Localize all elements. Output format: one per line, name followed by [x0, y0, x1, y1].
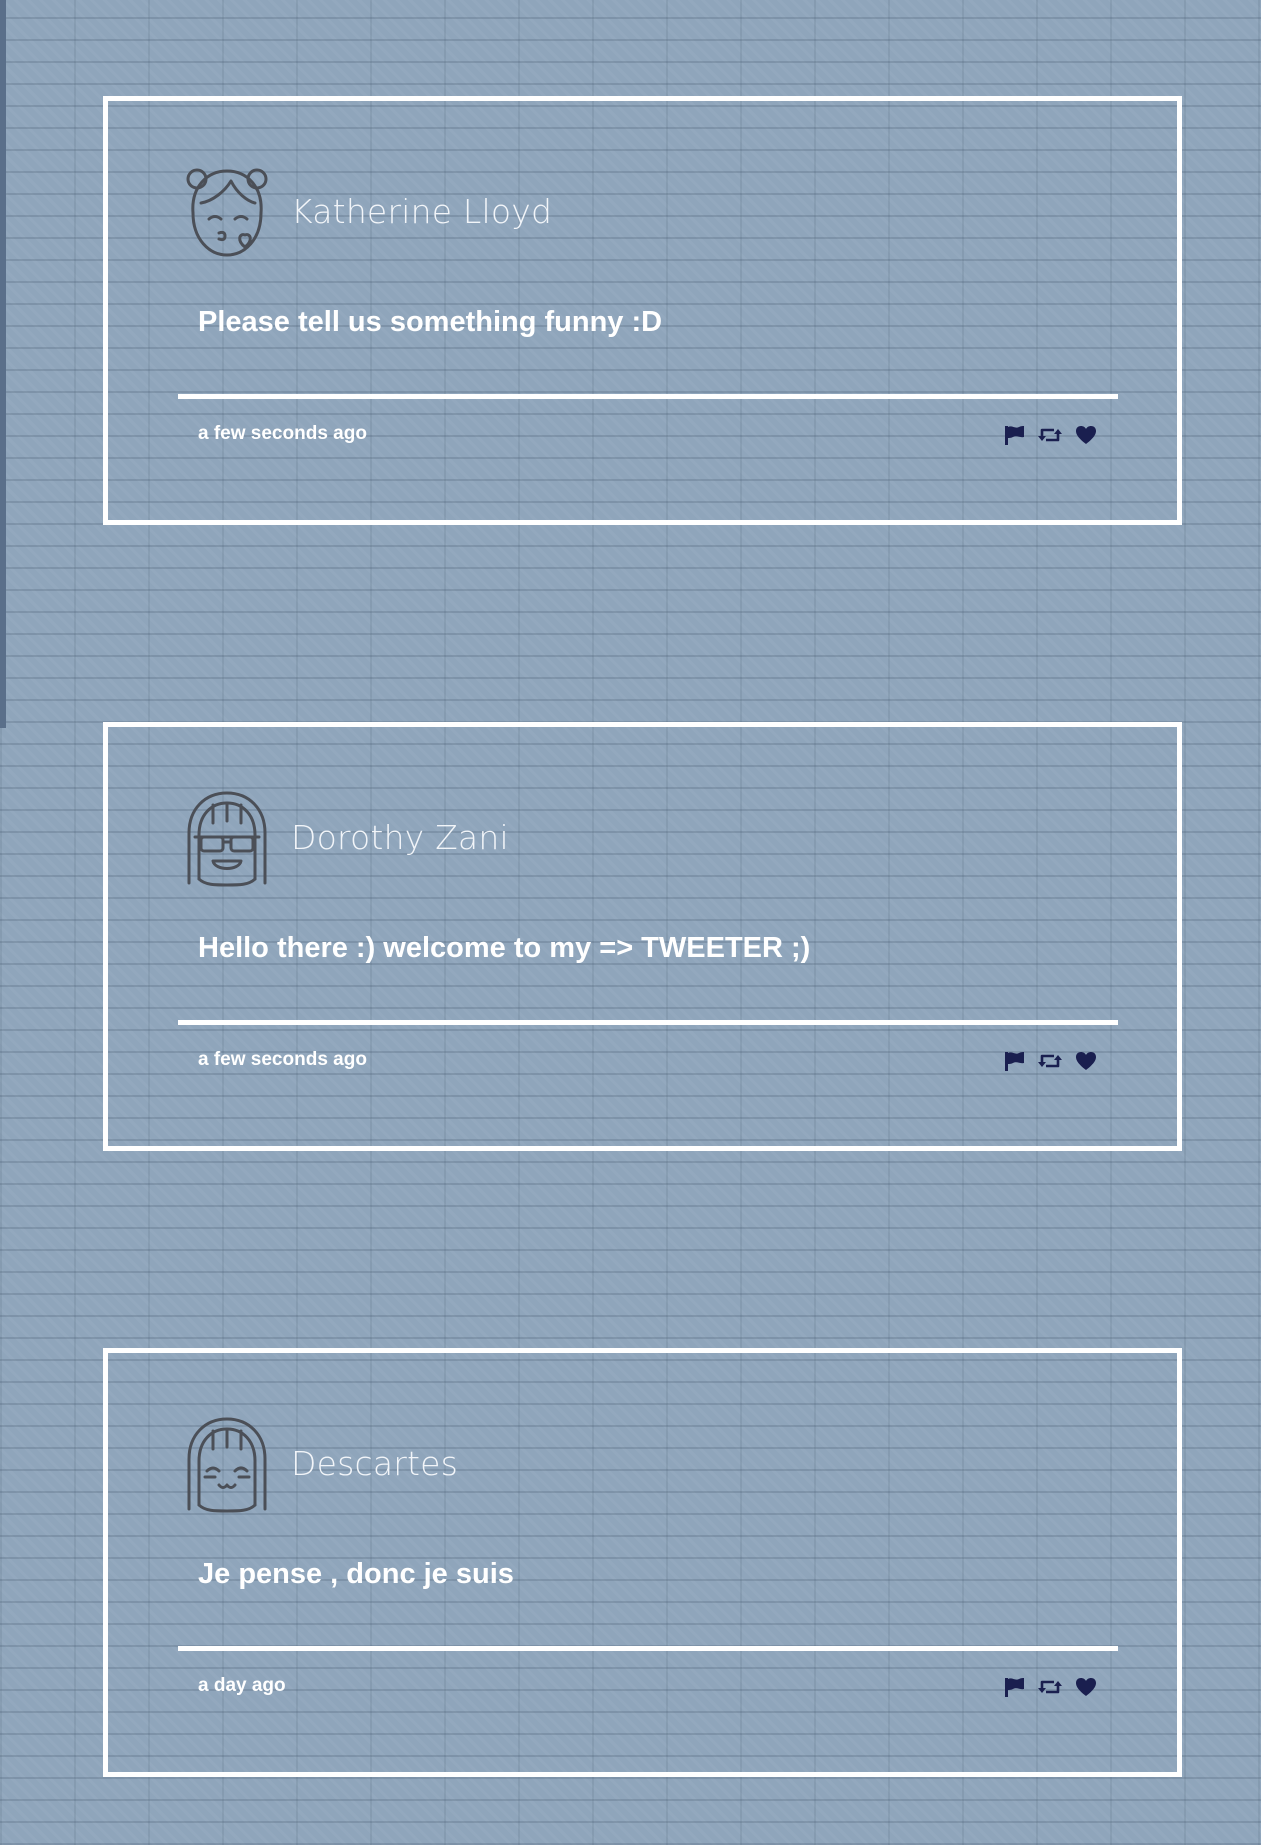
like-button[interactable]: [1073, 423, 1099, 447]
like-button[interactable]: [1073, 1675, 1099, 1699]
flag-icon: [1005, 426, 1024, 445]
author-name: Dorothy Zani: [291, 817, 509, 857]
retweet-button[interactable]: [1037, 423, 1063, 447]
tweet-card: Katherine Lloyd Please tell us something…: [103, 96, 1182, 525]
tweet-actions: [1001, 1049, 1109, 1073]
divider: [178, 394, 1118, 399]
retweet-button[interactable]: [1037, 1675, 1063, 1699]
tweet-header: Katherine Lloyd: [183, 161, 552, 261]
flag-button[interactable]: [1001, 1049, 1027, 1073]
divider: [178, 1646, 1118, 1651]
flag-button[interactable]: [1001, 423, 1027, 447]
left-edge-strip: [0, 0, 6, 728]
timestamp: a few seconds ago: [198, 423, 367, 444]
happy-girl-avatar-icon: [187, 1417, 267, 1513]
author-name: Katherine Lloyd: [291, 191, 553, 231]
tweet-content: Je pense , donc je suis: [198, 1558, 514, 1590]
heart-icon: [1076, 426, 1096, 444]
heart-icon: [1076, 1052, 1096, 1070]
flag-button[interactable]: [1001, 1675, 1027, 1699]
flag-icon: [1005, 1678, 1024, 1697]
divider: [178, 1020, 1118, 1025]
tweet-header: Dorothy Zani: [183, 787, 509, 887]
author-name: Descartes: [291, 1443, 459, 1483]
kissing-girl-avatar-icon: [186, 168, 268, 257]
tweet-card: Descartes Je pense , donc je suis a day …: [103, 1348, 1182, 1777]
retweet-button[interactable]: [1037, 1049, 1063, 1073]
retweet-icon: [1038, 428, 1062, 442]
retweet-icon: [1038, 1054, 1062, 1068]
flag-icon: [1005, 1052, 1024, 1071]
tweet-actions: [1001, 1675, 1109, 1699]
heart-icon: [1076, 1678, 1096, 1696]
tweet-content: Hello there :) welcome to my => TWEETER …: [198, 932, 811, 964]
tweet-actions: [1001, 423, 1109, 447]
retweet-icon: [1038, 1680, 1062, 1694]
tweet-card: Dorothy Zani Hello there :) welcome to m…: [103, 722, 1182, 1151]
sunglasses-girl-avatar-icon: [187, 791, 267, 887]
tweet-content: Please tell us something funny :D: [198, 306, 663, 338]
tweet-header: Descartes: [183, 1413, 458, 1513]
timestamp: a few seconds ago: [198, 1049, 367, 1070]
like-button[interactable]: [1073, 1049, 1099, 1073]
timestamp: a day ago: [198, 1675, 286, 1696]
